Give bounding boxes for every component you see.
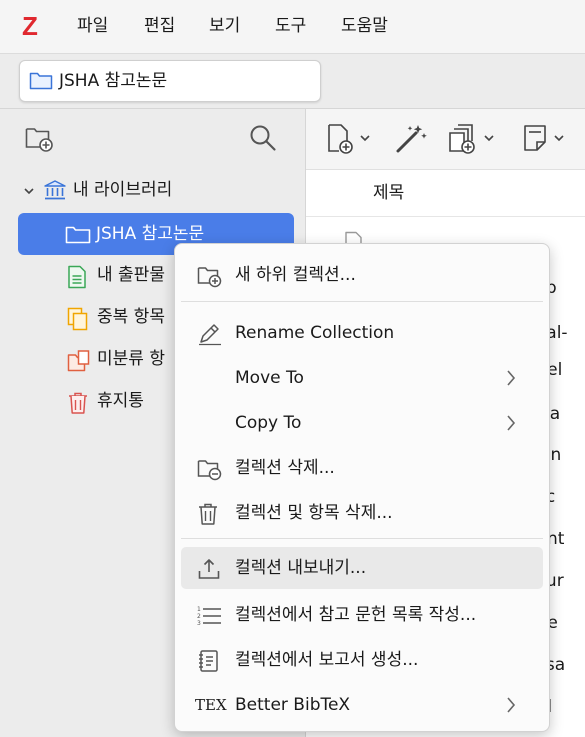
menu-item-better-bibtex[interactable]: TEX Better BibTeX — [181, 684, 543, 726]
menu-item-label: Copy To — [235, 413, 302, 433]
menu-item-create-bibliography[interactable]: 123 컬렉션에서 참고 문헌 목록 작성... — [181, 594, 543, 636]
menu-item-move-to[interactable]: Move To — [181, 357, 543, 399]
menu-item-label: 컬렉션 및 항목 삭제... — [235, 503, 393, 523]
menu-item-delete-collection[interactable]: 컬렉션 삭제... — [181, 447, 543, 489]
folder-icon — [29, 70, 53, 94]
menu-item-label: 컬렉션 내보내기... — [235, 558, 367, 578]
collection-context-menu: 새 하위 컬렉션... Rename Collection Move To Co… — [174, 243, 550, 732]
menu-item-copy-to[interactable]: Copy To — [181, 402, 543, 444]
menu-file[interactable]: 파일 — [77, 15, 108, 37]
svg-text:1: 1 — [197, 606, 201, 613]
menu-separator — [181, 538, 543, 539]
tree-item-label: 휴지통 — [97, 391, 144, 411]
tree-item-unfiled[interactable]: 미분류 항 — [0, 340, 180, 380]
library-icon — [43, 178, 67, 206]
menu-help[interactable]: 도움말 — [341, 15, 388, 37]
tree-item-label: 중복 항목 — [97, 307, 165, 327]
menu-item-label: 컬렉션에서 참고 문헌 목록 작성... — [235, 605, 477, 625]
bibliography-icon: 123 — [197, 604, 223, 632]
zotero-logo: Z — [22, 11, 38, 41]
trash-icon — [67, 391, 89, 419]
tab-library[interactable]: JSHA 참고논문 — [19, 60, 321, 102]
tab-label: JSHA 참고논문 — [59, 71, 168, 91]
my-publications-icon — [67, 265, 87, 293]
menu-item-label: Move To — [235, 368, 304, 388]
menu-bar: Z 파일 편집 보기 도구 도움말 — [0, 0, 585, 54]
chevron-right-icon — [505, 414, 517, 436]
new-item-icon[interactable] — [326, 123, 376, 159]
new-note-icon[interactable] — [522, 123, 572, 159]
menu-item-delete-collection-and-items[interactable]: 컬렉션 및 항목 삭제... — [181, 492, 543, 534]
menu-item-label: 새 하위 컬렉션... — [235, 265, 356, 285]
tree-item-my-library[interactable]: 내 라이브러리 — [0, 171, 300, 211]
menu-item-export-collection[interactable]: 컬렉션 내보내기... — [181, 547, 543, 589]
column-title-label: 제목 — [373, 183, 405, 203]
menu-tools[interactable]: 도구 — [275, 15, 306, 37]
chevron-down-icon[interactable] — [22, 183, 36, 202]
menu-item-label: 컬렉션에서 보고서 생성... — [235, 650, 419, 670]
menu-item-label: Rename Collection — [235, 323, 395, 343]
duplicate-items-icon — [67, 307, 89, 335]
menu-view[interactable]: 보기 — [209, 15, 240, 37]
menu-item-label: 컬렉션 삭제... — [235, 458, 335, 478]
trash-icon — [197, 502, 219, 530]
delete-collection-icon — [197, 457, 223, 485]
new-collection-icon[interactable] — [25, 125, 55, 157]
magic-wand-icon[interactable] — [394, 123, 428, 159]
tree-item-label: 미분류 항 — [97, 349, 165, 369]
menu-item-label: Better BibTeX — [235, 695, 351, 715]
search-icon[interactable] — [248, 123, 278, 157]
tree-item-label: JSHA 참고논문 — [96, 224, 205, 244]
menu-edit[interactable]: 편집 — [144, 15, 175, 37]
column-header-title[interactable]: 제목 — [306, 170, 585, 217]
svg-text:3: 3 — [197, 620, 201, 627]
menu-item-rename-collection[interactable]: Rename Collection — [181, 312, 543, 354]
tree-item-label: 내 출판물 — [97, 265, 165, 285]
new-subcollection-icon — [197, 264, 223, 292]
svg-text:2: 2 — [197, 613, 201, 620]
export-icon — [197, 557, 221, 585]
tree-item-my-publications[interactable]: 내 출판물 — [0, 256, 180, 296]
menu-separator — [181, 301, 543, 302]
unfiled-items-icon — [67, 349, 91, 377]
report-icon — [197, 649, 221, 677]
tree-item-trash[interactable]: 휴지통 — [0, 382, 180, 422]
folder-icon — [65, 224, 91, 248]
tree-item-duplicates[interactable]: 중복 항목 — [0, 298, 180, 338]
tex-icon: TEX — [195, 696, 227, 714]
add-attachment-icon[interactable] — [448, 123, 502, 159]
rename-icon — [197, 322, 223, 350]
tab-bar: JSHA 참고논문 — [0, 54, 585, 109]
items-toolbar — [306, 109, 585, 170]
chevron-right-icon — [505, 696, 517, 718]
tree-item-label: 내 라이브러리 — [73, 180, 173, 200]
menu-item-generate-report[interactable]: 컬렉션에서 보고서 생성... — [181, 639, 543, 681]
chevron-right-icon — [505, 369, 517, 391]
menu-item-new-subcollection[interactable]: 새 하위 컬렉션... — [181, 254, 543, 296]
